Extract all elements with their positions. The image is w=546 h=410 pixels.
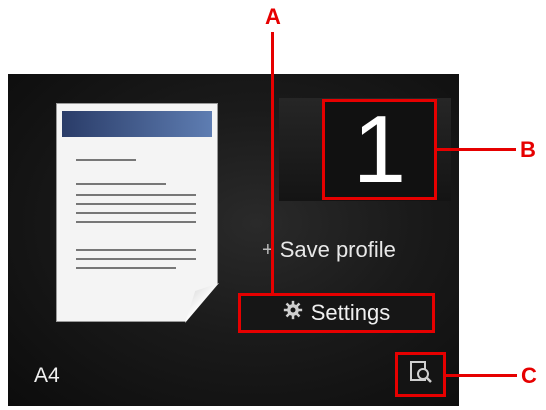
- document-line: [76, 267, 176, 269]
- document-line: [76, 203, 196, 205]
- document-line: [76, 249, 196, 251]
- settings-button[interactable]: Settings: [238, 293, 435, 333]
- document-header-band: [62, 111, 212, 137]
- preview-button[interactable]: [395, 352, 446, 397]
- document-line: [76, 221, 196, 223]
- callout-a-line: [271, 32, 274, 294]
- gear-icon: [283, 300, 303, 326]
- document-line: [76, 159, 136, 161]
- document-line: [76, 212, 196, 214]
- document-line: [76, 183, 166, 185]
- callout-c-line: [446, 374, 517, 377]
- save-profile-button[interactable]: + Save profile: [262, 234, 396, 266]
- callout-b-label: B: [520, 137, 536, 162]
- preview-magnifier-icon: [408, 359, 434, 390]
- callout-a-label: A: [265, 4, 281, 29]
- document-line: [76, 194, 196, 196]
- document-line: [76, 258, 196, 260]
- copies-count-button[interactable]: 1: [322, 99, 437, 200]
- copies-count-value: 1: [352, 95, 407, 203]
- callout-c-label: C: [521, 363, 537, 388]
- save-profile-label: Save profile: [279, 237, 396, 262]
- paper-size-label: A4: [34, 364, 60, 387]
- callout-b-line: [437, 148, 516, 151]
- settings-label: Settings: [310, 300, 391, 325]
- document-preview: [56, 103, 218, 322]
